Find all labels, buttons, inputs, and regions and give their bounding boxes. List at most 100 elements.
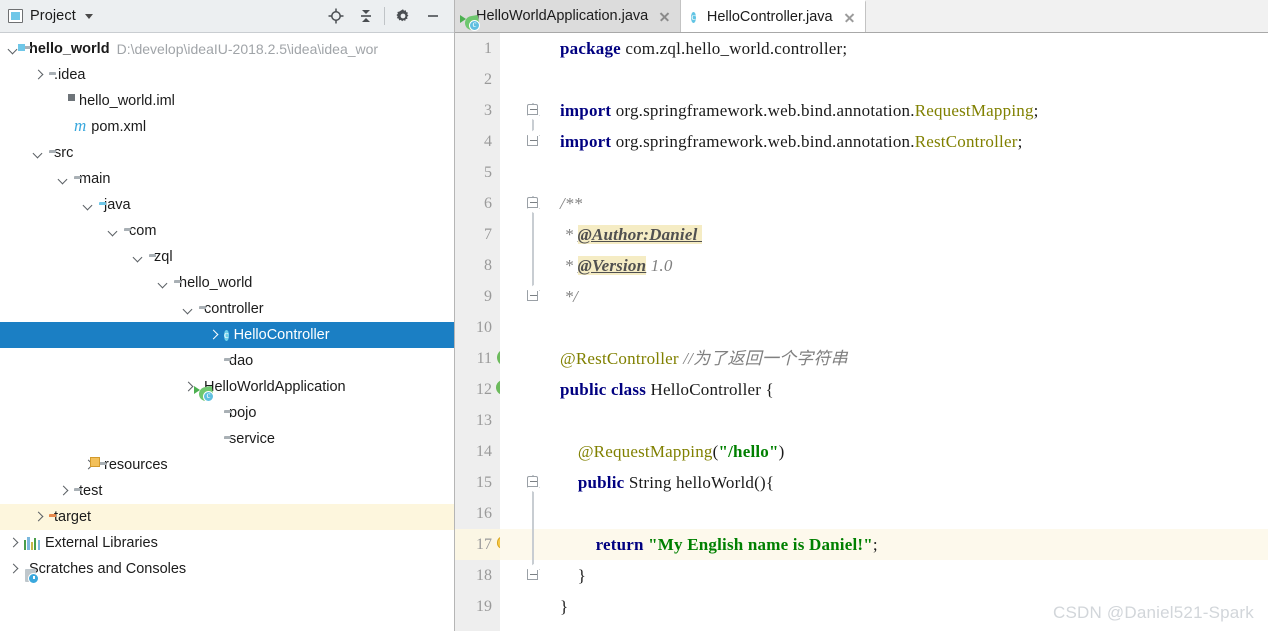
chevron-right-icon[interactable] — [8, 538, 19, 549]
project-title-group[interactable]: Project — [8, 8, 93, 24]
code-line[interactable]: * @Version 1.0 — [560, 250, 673, 281]
editor-body[interactable]: 12345678910111213141516171819c package c… — [455, 33, 1268, 631]
collapse-all-icon[interactable] — [351, 2, 381, 30]
close-icon[interactable] — [658, 10, 671, 23]
gear-icon[interactable] — [388, 2, 418, 30]
chevron-down-icon[interactable] — [58, 174, 69, 185]
tree-row[interactable]: com — [0, 218, 454, 244]
locate-icon[interactable] — [321, 2, 351, 30]
chevron-down-icon[interactable] — [133, 252, 144, 263]
tree-row[interactable]: target — [0, 504, 454, 530]
line-number[interactable]: 14 — [455, 436, 492, 467]
tree-row[interactable]: service — [0, 426, 454, 452]
line-number[interactable]: 3 — [455, 95, 492, 126]
chevron-right-icon[interactable] — [33, 70, 44, 81]
fold-toggle-icon[interactable] — [527, 135, 538, 146]
code-line[interactable]: } — [560, 591, 568, 622]
line-number[interactable]: 16 — [455, 498, 492, 529]
editor-fold-column[interactable] — [500, 33, 548, 631]
close-icon[interactable] — [843, 11, 856, 24]
tree-row[interactable]: java — [0, 192, 454, 218]
code-line[interactable]: } — [560, 560, 586, 591]
tree-row[interactable]: src — [0, 140, 454, 166]
tree-row-label: target — [54, 509, 92, 525]
chevron-down-icon[interactable] — [158, 278, 169, 289]
fold-toggle-icon[interactable] — [527, 197, 538, 208]
fold-line — [500, 64, 548, 95]
tree-row[interactable]: resources — [0, 452, 454, 478]
editor-tab-label: HelloController.java — [706, 9, 833, 25]
tree-row[interactable]: .idea — [0, 62, 454, 88]
code-line[interactable]: public class HelloController { — [560, 374, 774, 405]
fold-line — [500, 405, 548, 436]
code-line[interactable]: package com.zql.hello_world.controller; — [560, 33, 847, 64]
line-number[interactable]: 12 — [455, 374, 492, 405]
tree-row[interactable]: main — [0, 166, 454, 192]
tree-row[interactable]: hello_world D:\develop\ideaIU-2018.2.5\id… — [0, 36, 454, 62]
line-number[interactable]: 5 — [455, 157, 492, 188]
code-line[interactable]: /** — [560, 188, 582, 219]
tree-row[interactable]: hello_world — [0, 270, 454, 296]
code-line[interactable]: public String helloWorld(){ — [560, 467, 774, 498]
code-line[interactable]: @RequestMapping("/hello") — [560, 436, 785, 467]
line-number[interactable]: 11 — [455, 343, 492, 374]
editor-tab[interactable]: HelloWorldApplication.java — [455, 0, 682, 32]
line-number[interactable]: 15 — [455, 467, 492, 498]
code-line[interactable]: return "My English name is Daniel!"; — [560, 529, 878, 560]
chevron-right-icon[interactable] — [33, 512, 44, 523]
minimize-icon[interactable] — [418, 2, 448, 30]
line-number[interactable]: 1 — [455, 33, 492, 64]
tree-row-label: test — [79, 483, 103, 499]
line-number[interactable]: 9 — [455, 281, 492, 312]
code-line[interactable]: @RestController //为了返回一个字符串 — [560, 343, 848, 374]
chevron-down-icon[interactable] — [33, 148, 44, 159]
line-number[interactable]: 10 — [455, 312, 492, 343]
tree-row[interactable]: controller — [0, 296, 454, 322]
line-number[interactable]: 13 — [455, 405, 492, 436]
fold-toggle-icon[interactable] — [527, 476, 538, 487]
chevron-right-icon[interactable] — [8, 564, 19, 575]
chevron-right-icon[interactable] — [183, 382, 194, 393]
chevron-down-icon[interactable] — [84, 13, 93, 19]
fold-toggle-icon[interactable] — [527, 104, 538, 115]
line-number[interactable]: 2 — [455, 64, 492, 95]
project-tree[interactable]: hello_world D:\develop\ideaIU-2018.2.5\id… — [0, 33, 454, 631]
chevron-right-icon[interactable] — [58, 486, 69, 497]
code-line[interactable]: * @Author:Daniel — [560, 219, 702, 250]
editor-code[interactable]: package com.zql.hello_world.controller;i… — [548, 33, 1268, 631]
no-arrow — [58, 122, 69, 133]
tree-row[interactable]: zql — [0, 244, 454, 270]
tree-row[interactable]: dao — [0, 348, 454, 374]
line-number[interactable]: 6 — [455, 188, 492, 219]
fold-toggle-icon[interactable] — [527, 290, 538, 301]
chevron-down-icon[interactable] — [83, 200, 94, 211]
tree-row[interactable]: m pom.xml — [0, 114, 454, 140]
line-number[interactable]: 4 — [455, 126, 492, 157]
editor-gutter[interactable]: 12345678910111213141516171819c — [455, 33, 516, 631]
chevron-down-icon[interactable] — [183, 304, 194, 315]
fold-toggle-icon[interactable] — [527, 569, 538, 580]
tree-row[interactable]: c HelloController — [0, 322, 454, 348]
editor-tab[interactable]: c HelloController.java — [681, 0, 866, 32]
chevron-right-icon[interactable] — [208, 330, 219, 341]
tree-row[interactable]: pojo — [0, 400, 454, 426]
code-line[interactable]: import org.springframework.web.bind.anno… — [560, 95, 1039, 126]
code-line[interactable]: */ — [560, 281, 578, 312]
tree-row-path: D:\develop\ideaIU-2018.2.5\idea\idea_wor — [116, 41, 379, 57]
fold-line — [500, 529, 548, 560]
tree-row[interactable]: HelloWorldApplication — [0, 374, 454, 403]
line-number[interactable]: 18 — [455, 560, 492, 591]
code-token: "My English name is Daniel!" — [648, 535, 873, 554]
fold-line — [500, 560, 548, 591]
tree-row[interactable]: hello_world.iml — [0, 88, 454, 114]
code-line[interactable]: import org.springframework.web.bind.anno… — [560, 126, 1023, 157]
code-token: public class — [560, 380, 647, 399]
chevron-down-icon[interactable] — [108, 226, 119, 237]
line-number[interactable]: 8 — [455, 250, 492, 281]
tree-row[interactable]: Scratches and Consoles — [0, 556, 454, 584]
line-number[interactable]: 17 — [455, 529, 492, 560]
tree-row[interactable]: External Libraries — [0, 530, 454, 556]
line-number[interactable]: 7 — [455, 219, 492, 250]
line-number[interactable]: 19 — [455, 591, 492, 622]
tree-row[interactable]: test — [0, 478, 454, 504]
